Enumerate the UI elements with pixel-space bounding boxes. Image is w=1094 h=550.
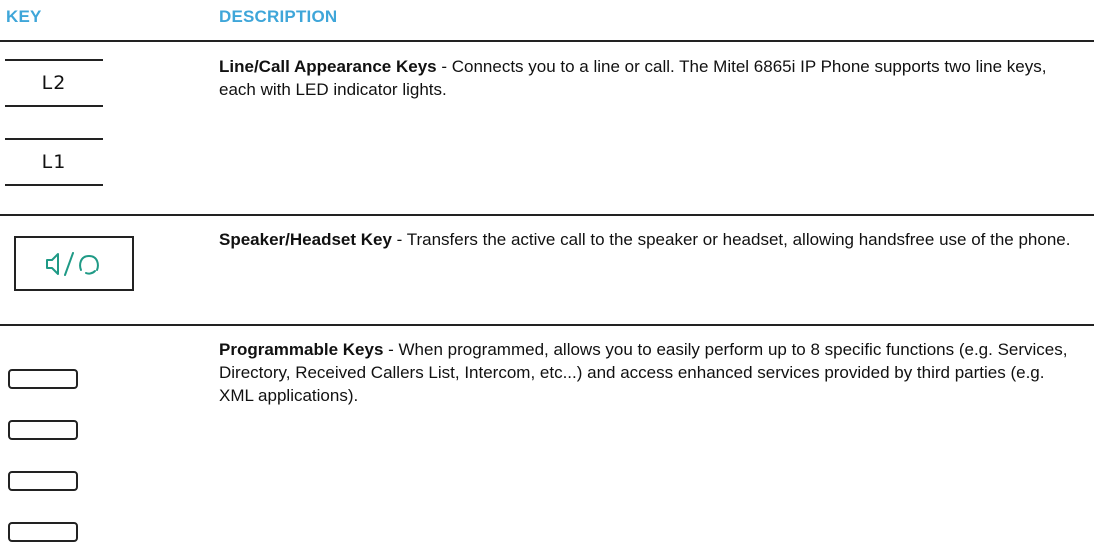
- programmable-key-3: [8, 471, 78, 491]
- column-header-key: KEY: [6, 7, 42, 26]
- speaker-headset-key: [14, 236, 134, 291]
- programmable-key-2: [8, 420, 78, 440]
- line-keys-description: Line/Call Appearance Keys - Connects you…: [219, 55, 1079, 101]
- line-key-l2: L2: [5, 59, 103, 107]
- programmable-key-4: [8, 522, 78, 542]
- speaker-headset-icon: [46, 251, 99, 276]
- line-key-label: L1: [41, 151, 67, 173]
- speaker-headset-text: - Transfers the active call to the speak…: [391, 230, 1071, 249]
- row-divider: [0, 324, 1094, 326]
- programmable-key-1: [8, 369, 78, 389]
- line-key-label: L2: [41, 72, 67, 94]
- programmable-keys-title: Programmable Keys: [219, 340, 384, 359]
- speaker-headset-description: Speaker/Headset Key - Transfers the acti…: [219, 228, 1079, 251]
- line-keys-title: Line/Call Appearance Keys: [219, 57, 437, 76]
- header-divider: [0, 40, 1094, 42]
- speaker-headset-title: Speaker/Headset Key: [219, 230, 392, 249]
- line-key-l1: L1: [5, 138, 103, 186]
- programmable-keys-description: Programmable Keys - When programmed, all…: [219, 338, 1079, 407]
- row-divider: [0, 214, 1094, 216]
- column-header-description: DESCRIPTION: [219, 7, 338, 26]
